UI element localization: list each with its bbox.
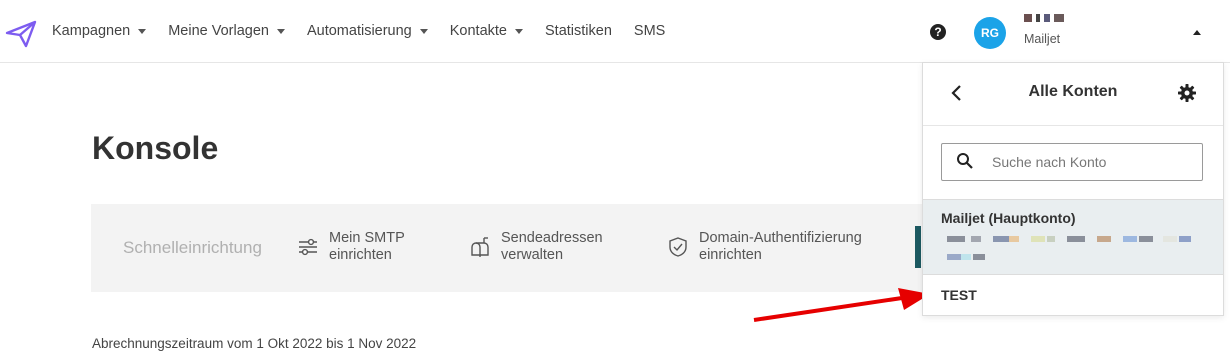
nav-item-kampagnen[interactable]: Kampagnen xyxy=(52,23,147,39)
nav-item-statistiken[interactable]: Statistiken xyxy=(545,23,612,39)
shield-check-icon xyxy=(669,237,687,257)
account-row-main[interactable]: Mailjet (Hauptkonto) xyxy=(923,199,1223,275)
account-details-redacted xyxy=(947,236,1191,260)
search-icon xyxy=(957,153,973,169)
nav-item-label: Statistiken xyxy=(545,23,612,39)
mailbox-icon xyxy=(471,237,489,257)
nav-item-vorlagen[interactable]: Meine Vorlagen xyxy=(168,23,285,39)
quick-setup-line2: einrichten xyxy=(329,247,392,263)
nav-item-label: Kampagnen xyxy=(52,23,131,39)
account-switcher[interactable]: Mailjet xyxy=(1024,14,1064,46)
caret-down-icon xyxy=(138,28,147,34)
help-icon[interactable]: ? xyxy=(930,24,946,40)
quick-setup-line2: verwalten xyxy=(501,247,564,263)
quick-setup-line1: Sendeadressen xyxy=(501,230,603,246)
account-row-test[interactable]: TEST xyxy=(941,287,977,303)
page-title: Konsole xyxy=(92,130,219,166)
top-navigation-bar: Kampagnen Meine Vorlagen Automatisierung… xyxy=(0,0,1230,63)
quick-setup-label: Schnelleinrichtung xyxy=(123,238,262,257)
nav-item-automatisierung[interactable]: Automatisierung xyxy=(307,23,428,39)
caret-down-icon xyxy=(276,28,285,34)
quick-setup-domain-auth[interactable]: Domain-Authentifizierung einrichten xyxy=(667,230,862,264)
quick-setup-line1: Mein SMTP xyxy=(329,230,405,246)
nav-item-sms[interactable]: SMS xyxy=(634,23,665,39)
accent-bar xyxy=(915,226,921,268)
quick-setup-senders[interactable]: Sendeadressen verwalten xyxy=(469,230,603,264)
red-arrow-annotation xyxy=(753,288,930,322)
account-subtitle: Mailjet xyxy=(1024,32,1061,46)
dropdown-header: Alle Konten xyxy=(923,63,1223,126)
account-row-label: Mailjet (Hauptkonto) xyxy=(941,210,1076,226)
caret-down-icon xyxy=(419,28,428,34)
account-name-redacted xyxy=(1024,14,1064,22)
avatar[interactable]: RG xyxy=(974,17,1006,49)
nav-item-label: SMS xyxy=(633,23,666,39)
gear-icon[interactable] xyxy=(1177,83,1197,103)
quick-setup-line1: Domain-Authentifizierung xyxy=(699,230,862,246)
billing-period: Abrechnungszeitraum vom 1 Okt 2022 bis 1… xyxy=(92,336,417,351)
sliders-icon xyxy=(299,238,317,256)
account-search-input[interactable] xyxy=(990,144,1194,180)
mailjet-logo-icon[interactable] xyxy=(4,20,38,48)
quick-setup-line2: einrichten xyxy=(699,247,762,263)
account-search-field[interactable] xyxy=(941,143,1203,181)
nav-item-kontakte[interactable]: Kontakte xyxy=(450,23,523,39)
caret-down-icon xyxy=(515,28,523,34)
nav-item-label: Automatisierung xyxy=(306,23,412,39)
main-nav: Kampagnen Meine Vorlagen Automatisierung… xyxy=(52,0,687,62)
quick-setup-panel: Schnelleinrichtung Mein SMTP einrichten … xyxy=(91,204,931,292)
quick-setup-smtp[interactable]: Mein SMTP einrichten xyxy=(297,230,405,264)
nav-item-label: Meine Vorlagen xyxy=(168,23,269,39)
account-dropdown: Alle Konten Mailjet (Hauptkonto) xyxy=(922,62,1224,316)
caret-up-icon[interactable] xyxy=(1193,30,1201,35)
nav-item-label: Kontakte xyxy=(449,23,507,39)
